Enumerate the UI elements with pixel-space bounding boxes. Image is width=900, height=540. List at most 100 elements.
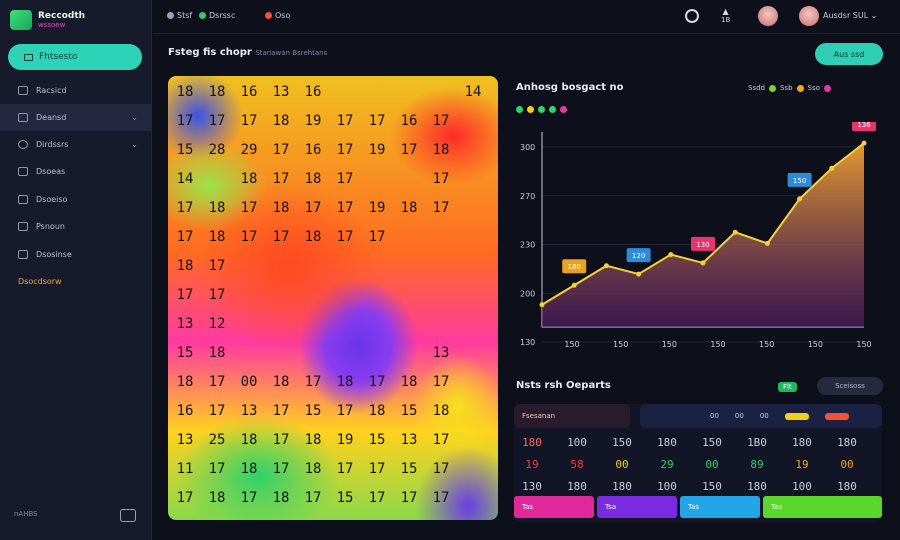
table-cell: 1B0 [747, 436, 767, 449]
x-tick-label: 150 [613, 340, 628, 349]
table-head-col: 00 [759, 412, 769, 420]
topbar-item-2-label: Dsrssc [209, 11, 236, 20]
topbar-item-2[interactable]: Dsrssc [199, 11, 235, 20]
data-point[interactable] [603, 263, 609, 269]
heatmap-cell: 17 [304, 490, 322, 506]
table-head-a[interactable]: Fsesanan [514, 404, 630, 428]
heatmap-cell: 15 [336, 490, 354, 506]
heatmap-cell: 13 [176, 316, 194, 332]
notification-icon[interactable]: ▲ 1B [721, 7, 730, 24]
heatmap-cell: 17 [368, 461, 386, 477]
annotation-label: 136 [852, 122, 876, 132]
sidebar-item-5[interactable]: Dsoeiso [0, 186, 152, 213]
table-cell: 00 [705, 458, 719, 471]
heatmap-cell: 18 [176, 84, 194, 100]
heatmap-cell: 17 [176, 113, 194, 129]
table-cell: 180 [567, 480, 587, 493]
primary-action-button[interactable]: Fhtsesto [8, 44, 142, 70]
sidebar-item-3[interactable]: Dirdssrs ⌄ [0, 131, 152, 158]
heatmap-cell: 17 [272, 171, 290, 187]
heatmap-cell: 17 [272, 403, 290, 419]
heatmap-cell: 18 [272, 490, 290, 506]
user-name: Ausdsr SUL [823, 11, 869, 20]
dot-icon [199, 12, 206, 19]
legend-dot [823, 84, 831, 92]
x-tick-label: 150 [856, 340, 871, 349]
collapse-icon[interactable] [120, 509, 136, 522]
topbar-item-1[interactable]: Stsf [167, 11, 192, 20]
sidebar-item-1[interactable]: Racsicd [0, 77, 152, 104]
heatmap-cell: 18 [368, 403, 386, 419]
heatmap-cell: 18 [272, 113, 290, 129]
heatmap-cell: 15 [368, 432, 386, 448]
svg-text:120: 120 [632, 252, 645, 260]
heatmap-cell: 19 [368, 200, 386, 216]
heatmap-cell: 17 [336, 229, 354, 245]
sidebar-item-7[interactable]: Dsosinse [0, 241, 152, 268]
heatmap-cell: 17 [368, 374, 386, 390]
heatmap-cell: 17 [272, 432, 290, 448]
sidebar-item-2[interactable]: Deansd ⌄ [0, 104, 152, 131]
data-point[interactable] [700, 260, 706, 266]
heatmap-cell: 17 [208, 374, 226, 390]
heatmap-cell: 17 [400, 142, 418, 158]
data-point[interactable] [636, 271, 642, 277]
sidebar-item-6[interactable]: Psnoun [0, 213, 152, 240]
sidebar-item-4[interactable]: Dsoeas [0, 158, 152, 185]
heatmap-cell: 19 [336, 432, 354, 448]
y-tick-label: 200 [520, 289, 535, 298]
table-bar-1[interactable]: Tas [514, 496, 594, 518]
data-point[interactable] [797, 196, 803, 202]
table-head-col: 00 [710, 412, 719, 420]
topbar-item-3-label: Oso [275, 11, 291, 20]
avatar[interactable] [758, 6, 778, 26]
heatmap-cell: 17 [272, 461, 290, 477]
heatmap-cell: 17 [240, 113, 258, 129]
table-bar-2[interactable]: Tsa [597, 496, 677, 518]
x-tick-label: 150 [662, 340, 677, 349]
data-point[interactable] [539, 302, 545, 308]
heatmap-cell: 17 [432, 461, 450, 477]
heatmap-cell: 17 [304, 374, 322, 390]
heatmap-cell: 17 [336, 171, 354, 187]
sidebar-item-label: Dsoeas [36, 167, 66, 176]
heatmap-cell: 18 [304, 229, 322, 245]
user-menu[interactable]: Ausdsr SUL ⌄ [823, 11, 877, 20]
logo-title: Reccodth [38, 11, 86, 21]
heatmap-cell: 18 [208, 345, 226, 361]
heatmap-cell: 29 [240, 142, 258, 158]
user-avatar[interactable] [799, 6, 819, 26]
data-point[interactable] [571, 282, 577, 288]
data-point[interactable] [861, 140, 867, 146]
table-head-b[interactable]: 00 00 00 [640, 404, 882, 428]
data-point[interactable] [732, 229, 738, 235]
area-chart: 300 270 230 200 130 180 120 130 150 136 150 150 150 1… [520, 122, 876, 349]
annotation-label: 180 [562, 259, 587, 274]
table-bar-3[interactable]: Tas [680, 496, 760, 518]
add-button[interactable]: Aus ssd [815, 43, 883, 65]
data-point[interactable] [668, 252, 674, 258]
document-icon [18, 167, 28, 176]
heatmap-cell: 18 [240, 432, 258, 448]
legend-dot-green-3 [549, 106, 556, 113]
search-icon[interactable] [685, 9, 699, 23]
table-cell: 58 [570, 458, 584, 471]
heatmap-cell: 18 [400, 200, 418, 216]
heatmap-cell: 17 [272, 142, 290, 158]
heatmap-cell: 15 [400, 461, 418, 477]
sidebar-item-8[interactable]: Dsocdsorw [0, 268, 152, 295]
heatmap-cell: 17 [336, 142, 354, 158]
topbar-item-3[interactable]: Oso [265, 11, 290, 20]
annotation-label: 120 [626, 248, 651, 263]
heatmap-cell: 15 [176, 345, 194, 361]
table-bar-4[interactable]: Tas [763, 496, 882, 518]
table-cell: 29 [660, 458, 674, 471]
table-cell: 100 [567, 436, 587, 449]
data-point[interactable] [764, 240, 770, 246]
filter-button[interactable]: Sceisoss [817, 377, 883, 395]
app-logo[interactable]: Reccodth wssoew [10, 10, 85, 30]
heatmap-cell: 17 [176, 287, 194, 303]
y-tick-label: 230 [520, 241, 535, 250]
dot-icon [167, 12, 174, 19]
data-point[interactable] [829, 165, 835, 171]
